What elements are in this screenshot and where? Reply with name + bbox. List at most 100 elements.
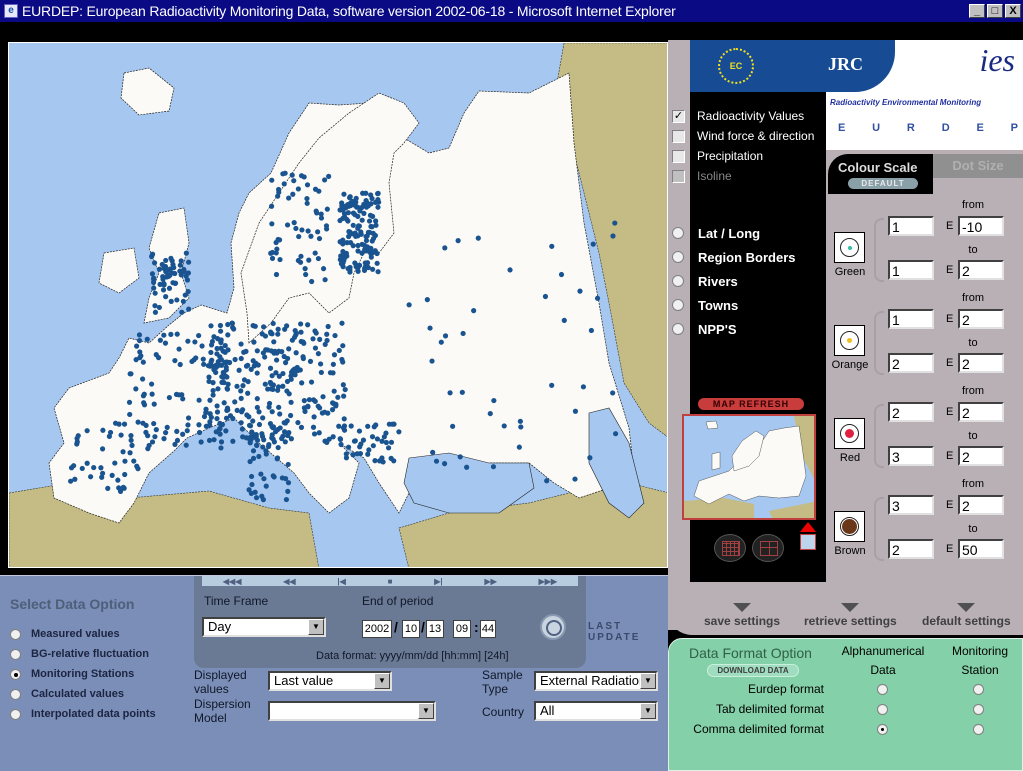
nav-step-forward-button[interactable]: ▶| [434, 577, 442, 586]
checkbox-wind[interactable] [672, 129, 685, 143]
green-to-mantissa[interactable]: 1 [888, 260, 934, 280]
red-to-exp[interactable]: 2 [958, 446, 1004, 466]
green-to-exp[interactable]: 2 [958, 260, 1004, 280]
radio-tab-alpha[interactable] [877, 704, 888, 715]
overview-minimap[interactable] [682, 414, 816, 520]
red-from-exp[interactable]: 2 [958, 402, 1004, 422]
overlay-latlong[interactable]: Lat / Long [668, 221, 796, 245]
displayed-values-select[interactable]: Last value ▼ [268, 671, 392, 691]
red-to-mantissa[interactable]: 3 [888, 446, 934, 466]
checkbox-radioactivity[interactable]: ✓ [672, 109, 685, 123]
tab-colour-scale[interactable]: Colour Scale DEFAULT [828, 154, 933, 194]
option-interpolated[interactable]: Interpolated data points [10, 704, 156, 724]
brown-from-exp[interactable]: 2 [958, 495, 1004, 515]
map-refresh-button[interactable]: MAP REFRESH [698, 398, 804, 410]
radio-towns[interactable] [672, 299, 684, 311]
map-zoom-icon[interactable] [800, 534, 816, 550]
orange-from-mantissa[interactable]: 1 [888, 309, 934, 329]
radio-latlong[interactable] [672, 227, 684, 239]
year-input[interactable]: 2002 [362, 620, 392, 638]
close-button[interactable]: X [1005, 4, 1021, 18]
retrieve-settings-button[interactable]: retrieve settings [804, 603, 897, 628]
overlay-npps[interactable]: NPP'S [668, 317, 796, 341]
station-dot [320, 394, 326, 400]
europe-map[interactable] [8, 42, 668, 568]
radio-calculated-values[interactable] [10, 688, 21, 700]
layer-wind[interactable]: Wind force & direction [668, 126, 828, 146]
radio-interpolated[interactable] [10, 708, 21, 720]
red-from-mantissa[interactable]: 2 [888, 402, 934, 422]
radio-region-borders[interactable] [672, 251, 684, 263]
radio-bg-relative[interactable] [10, 648, 21, 660]
station-dot [364, 199, 370, 205]
dropdown-arrow-icon[interactable]: ▼ [308, 619, 324, 635]
last-update-label[interactable]: LAST UPDATE [588, 621, 668, 643]
station-dot [491, 397, 497, 404]
overlay-towns[interactable]: Towns [668, 293, 796, 317]
e-label: E [946, 450, 954, 462]
radio-measured-values[interactable] [10, 628, 21, 640]
last-update-icon[interactable] [540, 614, 566, 640]
default-settings-button[interactable]: default settings [922, 603, 1011, 628]
orange-to-exp[interactable]: 2 [958, 353, 1004, 373]
option-monitoring-stations[interactable]: Monitoring Stations [10, 664, 156, 684]
download-data-button[interactable]: DOWNLOAD DATA [707, 664, 799, 677]
nav-step-back-button[interactable]: |◀ [337, 577, 345, 586]
radio-comma-station[interactable] [973, 724, 984, 735]
layer-precipitation[interactable]: Precipitation [668, 146, 828, 166]
radio-comma-alpha[interactable] [877, 724, 888, 735]
green-from-exp[interactable]: -10 [958, 216, 1004, 236]
minimize-button[interactable]: _ [969, 4, 985, 18]
nav-stop-button[interactable]: ■ [388, 577, 393, 586]
overlay-rivers[interactable]: Rivers [668, 269, 796, 293]
option-bg-relative[interactable]: BG-relative fluctuation [10, 644, 156, 664]
checkbox-precipitation[interactable] [672, 149, 685, 163]
orange-from-exp[interactable]: 2 [958, 309, 1004, 329]
station-dot [327, 370, 334, 376]
dropdown-arrow-icon[interactable]: ▼ [374, 673, 390, 689]
minute-input[interactable]: 44 [480, 620, 496, 638]
day-input[interactable]: 13 [426, 620, 444, 638]
sample-type-select[interactable]: External Radiation ▼ [534, 671, 658, 691]
nav-last-button[interactable]: ▶▶▶ [539, 577, 557, 586]
orange-to-mantissa[interactable]: 2 [888, 353, 934, 373]
brown-to-mantissa[interactable]: 2 [888, 539, 934, 559]
nav-forward-button[interactable]: ▶▶ [484, 577, 496, 586]
radio-eurdep-alpha[interactable] [877, 684, 888, 695]
radio-npps[interactable] [672, 323, 684, 335]
option-measured-values[interactable]: Measured values [10, 624, 156, 644]
station-dot [210, 380, 216, 386]
brown-from-mantissa[interactable]: 3 [888, 495, 934, 515]
radio-eurdep-station[interactable] [973, 684, 984, 695]
nav-first-button[interactable]: ◀◀◀ [223, 577, 241, 586]
zoom-up-arrow-icon[interactable] [800, 522, 816, 532]
radio-rivers[interactable] [672, 275, 684, 287]
dispersion-model-select[interactable]: ▼ [268, 701, 436, 721]
radio-tab-station[interactable] [973, 704, 984, 715]
default-button[interactable]: DEFAULT [848, 178, 918, 189]
nav-back-button[interactable]: ◀◀ [283, 577, 295, 586]
time-frame-select[interactable]: Day ▼ [202, 617, 326, 637]
dropdown-arrow-icon[interactable]: ▼ [640, 703, 656, 719]
green-from-mantissa[interactable]: 1 [888, 216, 934, 236]
station-dot [166, 394, 172, 401]
station-dot [223, 415, 230, 421]
maximize-button[interactable]: □ [987, 4, 1003, 18]
grid-coarse-button[interactable] [752, 534, 784, 562]
tab-dot-size[interactable]: Dot Size [933, 154, 1023, 178]
grid-fine-button[interactable] [714, 534, 746, 562]
dropdown-arrow-icon[interactable]: ▼ [640, 673, 656, 689]
station-dot [279, 475, 285, 481]
layer-radioactivity[interactable]: ✓ Radioactivity Values [668, 106, 828, 126]
radio-monitoring-stations[interactable] [10, 668, 21, 680]
brown-to-exp[interactable]: 50 [958, 539, 1004, 559]
save-settings-button[interactable]: save settings [704, 603, 780, 628]
overlay-region-borders[interactable]: Region Borders [668, 245, 796, 269]
option-calculated-values[interactable]: Calculated values [10, 684, 156, 704]
hour-input[interactable]: 09 [453, 620, 471, 638]
station-dot [330, 361, 336, 367]
month-input[interactable]: 10 [402, 620, 420, 638]
country-select[interactable]: All ▼ [534, 701, 658, 721]
dropdown-arrow-icon[interactable]: ▼ [418, 703, 434, 719]
station-dot [160, 287, 167, 293]
